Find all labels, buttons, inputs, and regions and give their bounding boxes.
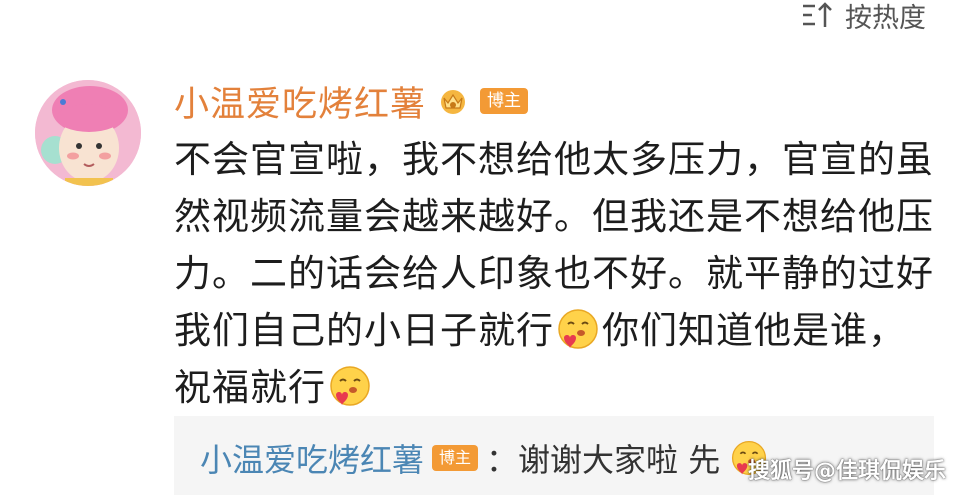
sort-by-hot-button[interactable]: 按热度 — [801, 0, 926, 34]
comment-username[interactable]: 小温爱吃烤红薯 — [174, 76, 426, 127]
reply-item[interactable]: 小温爱吃烤红薯 博主 ：谢谢大家啦 先 — [200, 430, 770, 486]
kiss-emoji-icon — [558, 309, 598, 349]
avatar[interactable] — [35, 80, 141, 186]
comment-text: 不会官宣啦，我不想给他太多压力，官宣的虽然视频流量会越来越好。但我还是不想给他压… — [174, 131, 934, 416]
comment-text-part-3: 祝福就行 — [174, 366, 326, 409]
crown-badge-icon — [441, 90, 466, 114]
sort-label: 按热度 — [845, 2, 926, 34]
reply-text: ：谢谢大家啦 先 — [486, 441, 721, 479]
comment-header: 小温爱吃烤红薯 博主 — [174, 76, 529, 127]
kiss-emoji-icon — [330, 366, 370, 406]
reply-username[interactable]: 小温爱吃烤红薯 — [200, 435, 424, 481]
blogger-badge: 博主 — [480, 88, 529, 114]
avatar-image — [35, 80, 141, 186]
sort-icon — [803, 2, 832, 27]
watermark: 搜狐号@佳琪侃娱乐 — [747, 459, 946, 484]
reply-blogger-badge: 博主 — [432, 445, 479, 471]
comment-text-part-2: 你们知道他是谁， — [602, 309, 906, 352]
